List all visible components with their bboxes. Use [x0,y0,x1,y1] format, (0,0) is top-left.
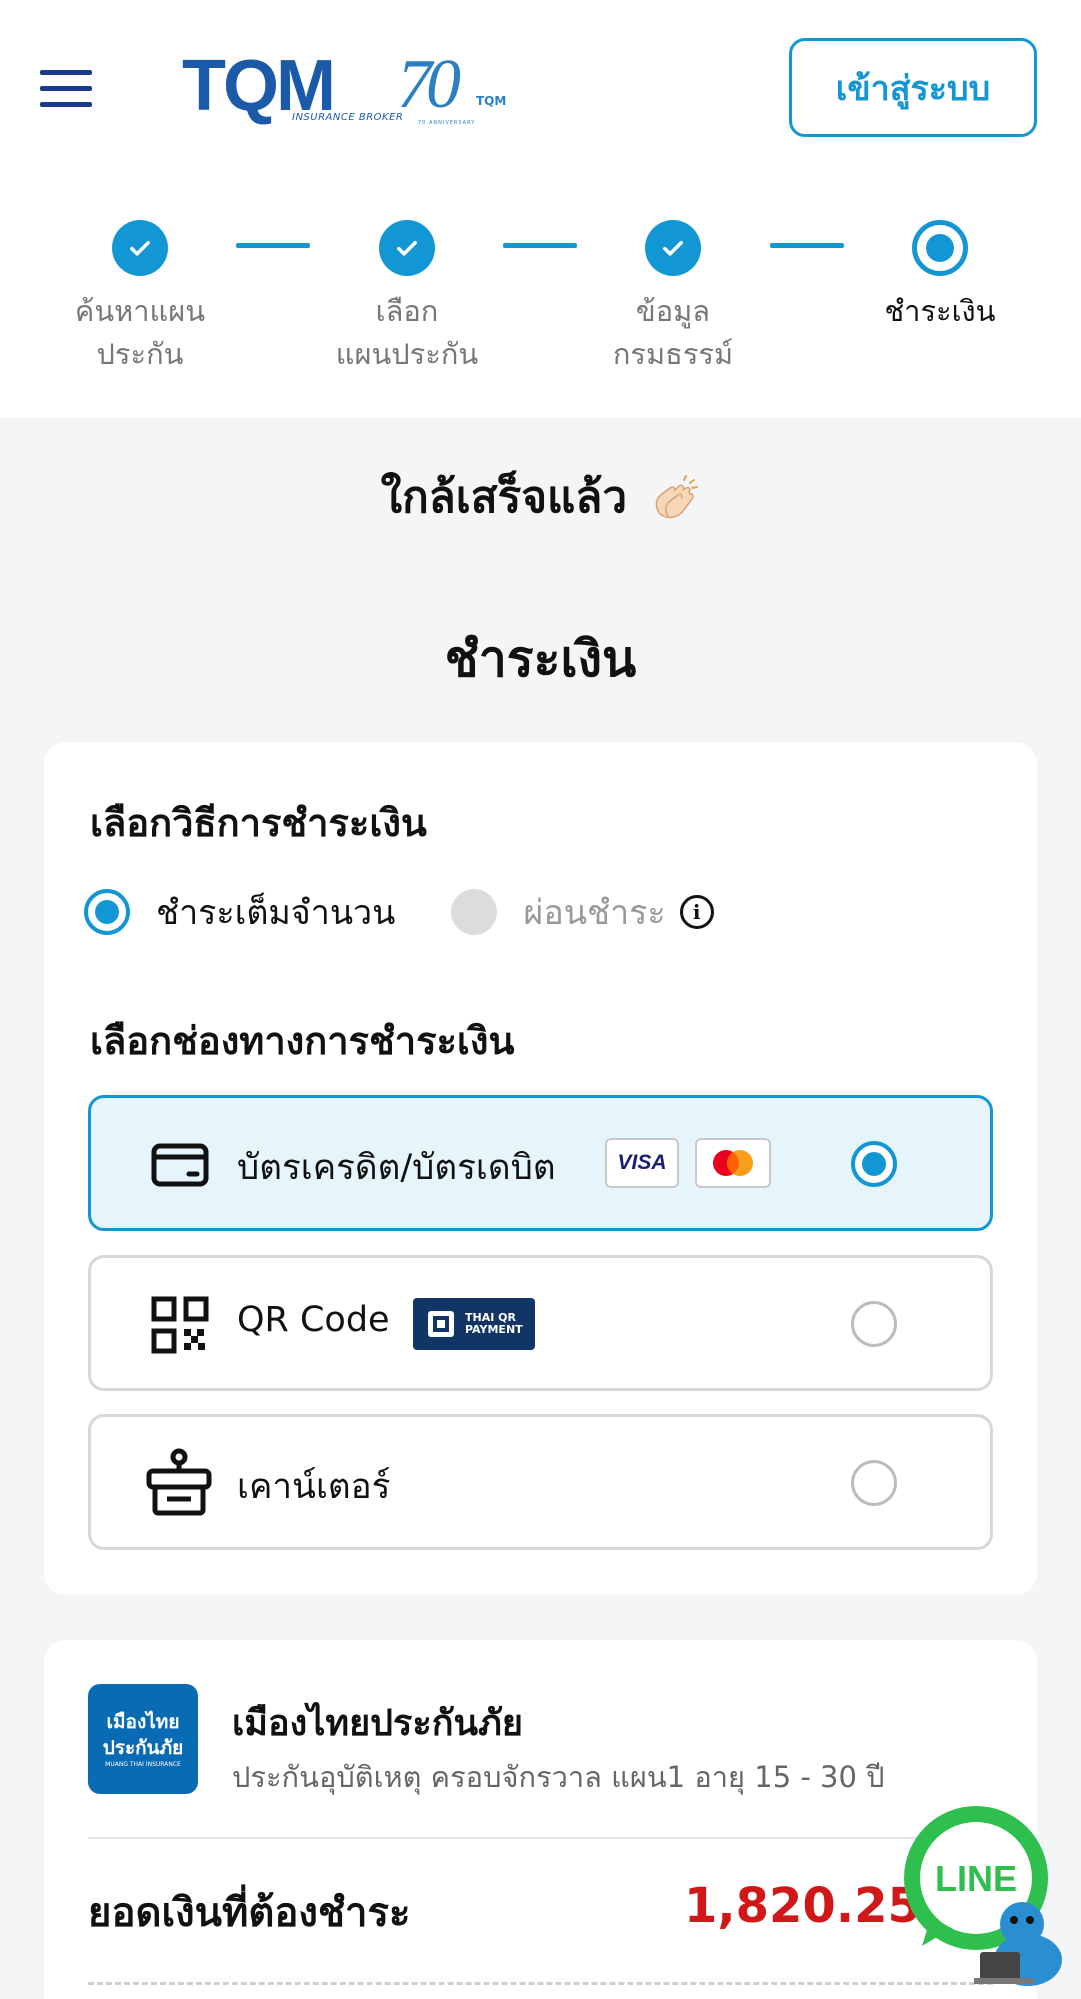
method-counter[interactable]: เคาน์เตอร์ [88,1414,993,1550]
divider [88,1837,993,1839]
step-label-line1: ข้อมูล [635,294,711,328]
counter-radio[interactable] [851,1460,897,1506]
plan-description: ประกันอุบัติเหตุ ครอบจักรวาล แผน1 อายุ 1… [232,1760,885,1794]
line-chat-icon: LINE [904,1806,1062,1986]
anniversary-mark: 70 [397,46,461,123]
credit-card-radio[interactable] [851,1141,897,1187]
insurer-logo-tagline: MUANG THAI INSURANCE [105,1761,181,1768]
progress-stepper: ค้นหาแผน ประกัน เลือก แผนประกัน ข้อมูล ก… [0,175,1081,418]
method-label: เคาน์เตอร์ [237,1467,391,1507]
menu-icon[interactable] [40,70,92,107]
tqm-logo[interactable]: TQM INSURANCE BROKER 70 TQM 70 ANNIVERSA… [182,50,512,130]
insurer-logo-line1: เมืองไทย [106,1711,180,1733]
step-connector [770,243,844,248]
step-done-icon [379,220,435,276]
amount-due-label: ยอดเงินที่ต้องชำระ [88,1890,411,1936]
insurer-name: เมืองไทยประกันภัย [232,1703,523,1744]
line-label: LINE [935,1858,1017,1899]
anniversary-tqm: TQM [476,94,507,108]
step-choose-plan: เลือก แผนประกัน [307,220,507,376]
installment-label[interactable]: ผ่อนชำระ [523,885,665,939]
step-connector [236,243,310,248]
qr-code-icon [151,1296,209,1354]
step-done-icon [112,220,168,276]
step-label-line1: ค้นหาแผน [74,294,206,328]
mastercard-icon [695,1138,771,1188]
thai-qr-payment-logo: THAI QR PAYMENT [413,1298,535,1350]
step-label-line1: เลือก [375,294,439,328]
step-label-line1: ชำระเงิน [884,294,996,328]
step-label-line2: กรมธรรม์ [612,337,734,371]
qr-code-radio[interactable] [851,1301,897,1347]
payment-type-options: ชำระเต็มจำนวน ผ่อนชำระ i [84,882,714,942]
step-current-icon [912,220,968,276]
clapping-hands-icon [656,475,699,519]
counter-icon [146,1448,212,1516]
login-button[interactable]: เข้าสู่ระบบ [789,38,1037,137]
full-payment-label[interactable]: ชำระเต็มจำนวน [156,885,395,939]
step-connector [503,243,577,248]
info-icon[interactable]: i [679,895,714,929]
step-payment: ชำระเงิน [840,220,1040,333]
step-label-line2: ประกัน [96,337,184,371]
method-label: QR Code [237,1300,390,1340]
full-payment-radio[interactable] [84,889,130,935]
step-label-line2: แผนประกัน [335,337,479,371]
credit-card-icon [151,1143,209,1187]
almost-done-text: ใกล้เสร็จแล้ว [380,472,628,523]
method-qr-code[interactable]: QR Code THAI QR PAYMENT [88,1255,993,1391]
installment-radio[interactable] [451,889,498,935]
step-policy-info: ข้อมูล กรมธรรม์ [573,220,773,376]
step-done-icon [645,220,701,276]
top-header: TQM INSURANCE BROKER 70 TQM 70 ANNIVERSA… [0,0,1081,175]
payment-channel-heading: เลือกช่องทางการชำระเงิน [90,1019,515,1063]
dashed-divider [88,1982,993,1985]
almost-done-heading: ใกล้เสร็จแล้ว [0,462,1081,532]
line-chat-button[interactable]: LINE [900,1800,1070,1990]
step-search-plan: ค้นหาแผน ประกัน [40,220,240,376]
thai-qr-label: THAI QR PAYMENT [465,1311,523,1336]
logo-subtitle: INSURANCE BROKER [292,112,404,123]
insurer-logo: เมืองไทย ประกันภัย MUANG THAI INSURANCE [88,1684,198,1794]
method-credit-card[interactable]: บัตรเครดิต/บัตรเดบิต VISA [88,1095,993,1231]
method-label: บัตรเครดิต/บัตรเดบิต [237,1148,556,1188]
order-summary-card: เมืองไทย ประกันภัย MUANG THAI INSURANCE … [44,1640,1037,1999]
insurer-logo-line2: ประกันภัย [102,1737,184,1759]
payment-type-heading: เลือกวิธีการชำระเงิน [90,801,427,845]
payment-card: เลือกวิธีการชำระเงิน ชำระเต็มจำนวน ผ่อนช… [44,742,1037,1595]
visa-logo: VISA [605,1138,679,1188]
page-title: ชำระเงิน [444,630,637,688]
anniversary-caption: 70 ANNIVERSARY [418,120,476,126]
